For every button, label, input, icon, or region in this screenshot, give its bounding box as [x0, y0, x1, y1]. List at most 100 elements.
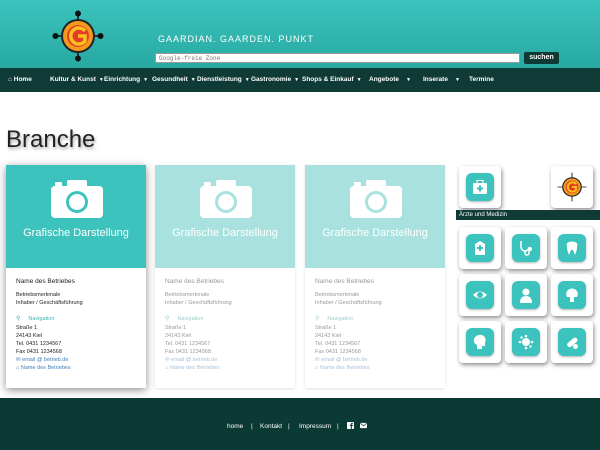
nav-item-gesundheit[interactable]: Gesundheit ▼: [152, 68, 196, 92]
nav-item-termine[interactable]: Termine: [469, 68, 494, 92]
map-pin-icon: ⚲: [16, 316, 21, 322]
business-features: Betriebsmerkmale: [16, 292, 61, 298]
phone: Tel. 0431 1234567: [16, 341, 62, 347]
nav-item-label: Inserate: [423, 76, 448, 83]
mail-icon[interactable]: [360, 422, 367, 429]
logo: [557, 172, 587, 202]
business-card[interactable]: Grafische Darstellung Name des Betriebes…: [305, 165, 445, 388]
virus-icon: [518, 334, 534, 350]
category-tile-logo[interactable]: [551, 166, 593, 208]
brain-icon: [566, 288, 578, 302]
email-link[interactable]: ✉ email @ betrieb.de: [165, 356, 290, 364]
page-title: Branche: [6, 126, 96, 153]
website-link[interactable]: ⌂ Name des Betriebes: [315, 364, 440, 372]
nav-item-inserate[interactable]: Inserate ▼: [423, 68, 460, 92]
navigation-link[interactable]: ⚲ Navigation: [315, 315, 440, 323]
category-tile[interactable]: [551, 321, 593, 363]
nav-item-label: Shops & Einkauf: [302, 76, 354, 83]
head-icon: [473, 334, 486, 349]
card-banner: Grafische Darstellung: [6, 165, 146, 268]
camera-icon: [350, 180, 402, 218]
email-link[interactable]: ✉ email @ betrieb.de: [16, 356, 141, 364]
card-banner-text: Grafische Darstellung: [23, 227, 129, 239]
category-tile[interactable]: [551, 274, 593, 316]
nav-item-gastronomie[interactable]: Gastronomie ▼: [251, 68, 299, 92]
card-banner: Grafische Darstellung: [305, 165, 445, 268]
business-features: Betriebsmerkmale: [165, 292, 210, 298]
category-tile[interactable]: [505, 321, 547, 363]
footer-link-impressum[interactable]: Impressum: [299, 423, 331, 430]
business-card[interactable]: Grafische Darstellung Name des Betriebes…: [6, 165, 146, 388]
logo[interactable]: [52, 10, 104, 62]
website-link[interactable]: ⌂ Name des Betriebes: [165, 364, 290, 372]
search-button[interactable]: suchen: [524, 52, 559, 64]
chevron-down-icon: ▼: [405, 77, 411, 83]
chevron-down-icon: ▼: [143, 77, 149, 83]
doctor-icon: [520, 288, 532, 303]
fax: Fax 0431 1234568: [165, 349, 211, 355]
card-body: Name des Betriebes Betriebsmerkmale Inha…: [315, 278, 440, 372]
hospital-icon: [475, 241, 485, 255]
business-card[interactable]: Grafische Darstellung Name des Betriebes…: [155, 165, 295, 388]
nav-item-label: Kultur & Kunst: [50, 76, 96, 83]
home-icon: ⌂: [8, 76, 12, 83]
street: Straße 1: [315, 325, 337, 331]
site-tagline: GAARDIAN. GAARDEN. PUNKT: [158, 34, 315, 44]
nav-item-label: Gastronomie: [251, 76, 292, 83]
nav-item-label: Einrichtung: [104, 76, 141, 83]
street: Straße 1: [16, 325, 38, 331]
category-tile[interactable]: [505, 227, 547, 269]
email-link[interactable]: ✉ email @ betrieb.de: [315, 356, 440, 364]
nav-item-einrichtung[interactable]: Einrichtung ▼: [104, 68, 148, 92]
home-icon: ⌂: [315, 365, 319, 371]
home-icon: ⌂: [165, 365, 169, 371]
map-pin-icon: ⚲: [315, 316, 320, 322]
category-label: Ärzte und Medizin: [456, 210, 600, 220]
card-banner: Grafische Darstellung: [155, 165, 295, 268]
nav-item-kultur[interactable]: Kultur & Kunst ▼: [50, 68, 104, 92]
nav-item-shops[interactable]: Shops & Einkauf ▼: [302, 68, 362, 92]
chevron-down-icon: ▼: [294, 77, 300, 83]
nav-item-home[interactable]: ⌂ Home: [8, 68, 32, 92]
category-tile-medicine[interactable]: [459, 166, 501, 208]
category-tile[interactable]: [459, 321, 501, 363]
category-tile[interactable]: [459, 227, 501, 269]
navigation-link[interactable]: ⚲ Navigation: [165, 315, 290, 323]
search-input[interactable]: [155, 53, 520, 63]
category-tile[interactable]: [505, 274, 547, 316]
card-banner-text: Grafische Darstellung: [172, 227, 278, 239]
footer-separator: |: [288, 423, 290, 430]
eye-icon: [473, 291, 487, 299]
footer-link-home[interactable]: home: [227, 423, 243, 430]
nav-item-label: Home: [13, 76, 32, 83]
card-body: Name des Betriebes Betriebsmerkmale Inha…: [165, 278, 290, 372]
business-name: Name des Betriebes: [315, 278, 374, 285]
website-link[interactable]: ⌂ Name des Betriebes: [16, 364, 141, 372]
mail-icon: ✉: [165, 357, 170, 363]
camera-icon: [200, 180, 252, 218]
facebook-icon[interactable]: [347, 422, 354, 429]
mail-icon: ✉: [16, 357, 21, 363]
business-features: Betriebsmerkmale: [315, 292, 360, 298]
nav-item-label: Termine: [469, 76, 494, 83]
business-owner: Inhaber / Geschäftsführung: [315, 300, 382, 306]
business-name: Name des Betriebes: [16, 278, 75, 285]
city: 24143 Kiel: [315, 333, 341, 339]
business-owner: Inhaber / Geschäftsführung: [16, 300, 83, 306]
navigation-link[interactable]: ⚲ Navigation: [16, 315, 141, 323]
map-pin-icon: ⚲: [165, 316, 170, 322]
nav-item-angebote[interactable]: Angebote ▼: [369, 68, 411, 92]
footer-link-kontakt[interactable]: Kontakt: [260, 423, 282, 430]
phone: Tel. 0431 1234567: [315, 341, 361, 347]
nav-item-dienstleistung[interactable]: Dienstleistung ▼: [197, 68, 250, 92]
category-tile[interactable]: [551, 227, 593, 269]
chevron-down-icon: ▼: [454, 77, 460, 83]
camera-icon: [51, 180, 103, 218]
stethoscope-icon: [520, 241, 532, 256]
category-tile[interactable]: [459, 274, 501, 316]
medical-kit-icon: [473, 180, 487, 194]
tooth-icon: [566, 241, 578, 255]
business-name: Name des Betriebes: [165, 278, 224, 285]
fax: Fax 0431 1234568: [315, 349, 361, 355]
pills-icon: [567, 337, 578, 349]
